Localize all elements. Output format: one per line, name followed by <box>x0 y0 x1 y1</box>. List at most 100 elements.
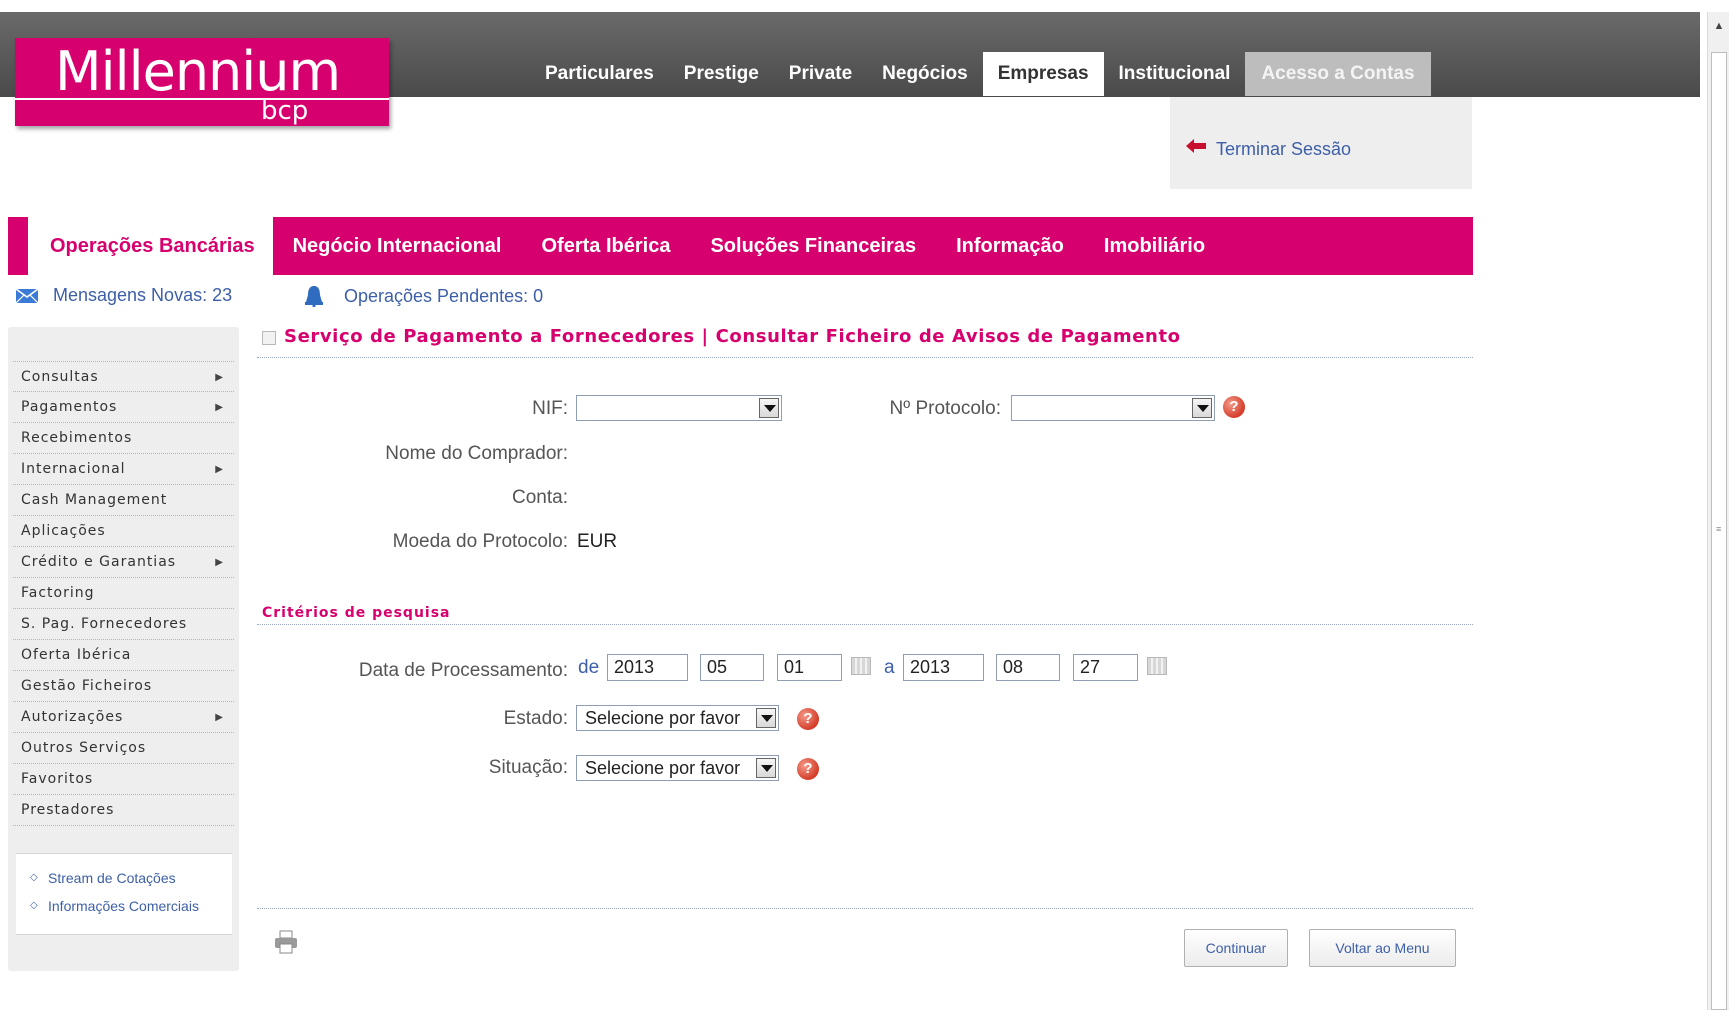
protocolo-select[interactable] <box>1011 395 1215 421</box>
nav-prestige[interactable]: Prestige <box>669 52 774 96</box>
situacao-select[interactable]: Selecione por favor <box>576 755 779 781</box>
sidebar-item[interactable]: Cash Management <box>13 485 234 516</box>
estado-select[interactable]: Selecione por favor <box>576 705 779 731</box>
calendar-icon[interactable] <box>1147 657 1167 675</box>
title-divider <box>257 357 1473 358</box>
criterios-title: Critérios de pesquisa <box>262 605 451 621</box>
de-label: de <box>578 657 600 678</box>
estado-label: Estado: <box>503 708 568 729</box>
calendar-icon[interactable] <box>851 657 871 675</box>
page-title: Serviço de Pagamento a Fornecedores | Co… <box>284 326 1181 347</box>
nav-particulares[interactable]: Particulares <box>530 52 669 96</box>
sidebar-item[interactable]: Prestadores <box>13 795 234 826</box>
situacao-value: Selecione por favor <box>585 758 741 778</box>
printer-icon[interactable] <box>273 929 299 955</box>
from-year-input[interactable]: 2013 <box>607 654 688 681</box>
sidebar-item[interactable]: Pagamentos ▶ <box>13 392 234 423</box>
envelope-icon <box>16 288 38 303</box>
logo-subtext: bcp <box>261 96 309 126</box>
sidebar-item-label: Oferta Ibérica <box>21 647 132 663</box>
sidebar-item[interactable]: Factoring <box>13 578 234 609</box>
sidebar-item-label: Cash Management <box>21 492 168 508</box>
grip-icon: ≡ <box>1716 524 1722 534</box>
situacao-label: Situação: <box>488 757 568 778</box>
scroll-thumb[interactable]: ≡ <box>1711 52 1727 1010</box>
millennium-logo[interactable]: Millennium bcp <box>15 38 389 126</box>
scroll-up-icon[interactable]: ▲ <box>1708 20 1729 38</box>
pending-operations[interactable]: Operações Pendentes: 0 <box>304 285 543 307</box>
sidebar-item[interactable]: Oferta Ibérica <box>13 640 234 671</box>
new-messages-link[interactable]: Mensagens Novas: 23 <box>16 285 232 306</box>
sidebar-links: ◇ Stream de Cotações ◇ Informações Comerci… <box>16 853 232 935</box>
chevron-down-icon <box>756 708 776 728</box>
chevron-right-icon: ▶ <box>215 402 224 413</box>
protocolo-label: Nº Protocolo: <box>889 398 1002 419</box>
vertical-scrollbar[interactable]: ▲ ≡ <box>1707 12 1729 1010</box>
sidebar-item[interactable]: Gestão Ficheiros <box>13 671 234 702</box>
nome-comprador-label: Nome do Comprador: <box>385 443 568 464</box>
tab-negocio-internacional[interactable]: Negócio Internacional <box>273 217 522 275</box>
conta-label: Conta: <box>512 487 568 508</box>
sidebar-item[interactable]: Outros Serviços <box>13 733 234 764</box>
sidebar-item-label: S. Pag. Fornecedores <box>21 616 188 632</box>
nav-negocios[interactable]: Negócios <box>867 52 983 96</box>
voltar-menu-button[interactable]: Voltar ao Menu <box>1309 929 1456 967</box>
tab-operacoes-bancarias[interactable]: Operações Bancárias <box>28 211 273 275</box>
terminar-sessao-link[interactable]: Terminar Sessão <box>1216 139 1351 160</box>
sidebar: Consultas ▶ Pagamentos ▶ Recebimentos Interna… <box>8 327 239 971</box>
nif-select[interactable] <box>576 395 782 421</box>
diamond-icon: ◇ <box>30 900 38 911</box>
sidebar-item[interactable]: Autorizações ▶ <box>13 702 234 733</box>
nav-institucional[interactable]: Institucional <box>1104 52 1246 96</box>
informacoes-comerciais-link[interactable]: ◇ Informações Comerciais <box>30 894 232 922</box>
sidebar-item[interactable]: S. Pag. Fornecedores <box>13 609 234 640</box>
page: Millennium bcp Particulares Prestige Pri… <box>0 0 1729 1010</box>
tab-imobiliario[interactable]: Imobiliário <box>1084 217 1225 275</box>
segment-nav: Particulares Prestige Private Negócios E… <box>530 52 1431 96</box>
pending-label: Operações Pendentes: <box>344 285 529 306</box>
pending-count: 0 <box>533 285 544 306</box>
sidebar-item[interactable]: Favoritos <box>13 764 234 795</box>
chevron-right-icon: ▶ <box>215 712 224 723</box>
sidebar-item[interactable]: Aplicações <box>13 516 234 547</box>
to-year-input[interactable]: 2013 <box>903 654 984 681</box>
nav-acesso-contas[interactable]: Acesso a Contas <box>1245 52 1431 96</box>
to-day-input[interactable]: 27 <box>1073 654 1138 681</box>
main-nav: Operações Bancárias Negócio Internaciona… <box>8 211 1473 275</box>
tab-oferta-iberica[interactable]: Oferta Ibérica <box>522 217 691 275</box>
to-month-input[interactable]: 08 <box>996 654 1060 681</box>
from-month-input[interactable]: 05 <box>700 654 764 681</box>
help-icon[interactable]: ? <box>1223 396 1245 418</box>
moeda-label: Moeda do Protocolo: <box>392 531 568 552</box>
sidebar-item-label: Aplicações <box>21 523 106 539</box>
chevron-right-icon: ▶ <box>215 464 224 475</box>
estado-value: Selecione por favor <box>585 708 741 728</box>
sidebar-item-label: Consultas <box>21 369 99 385</box>
nav-private[interactable]: Private <box>774 52 867 96</box>
sidebar-item[interactable]: Crédito e Garantias ▶ <box>13 547 234 578</box>
sidebar-menu: Consultas ▶ Pagamentos ▶ Recebimentos Interna… <box>13 361 234 826</box>
help-icon[interactable]: ? <box>797 708 819 730</box>
messages-label: Mensagens Novas: <box>53 285 208 305</box>
sidebar-item[interactable]: Recebimentos <box>13 423 234 454</box>
tab-informacao[interactable]: Informação <box>936 217 1084 275</box>
sidebar-item-label: Favoritos <box>21 771 94 787</box>
a-label: a <box>884 657 895 678</box>
sidebar-item-label: Internacional <box>21 461 126 477</box>
data-processamento-label: Data de Processamento: <box>358 660 568 681</box>
tab-solucoes-financeiras[interactable]: Soluções Financeiras <box>690 217 936 275</box>
sidebar-item[interactable]: Consultas ▶ <box>13 361 234 392</box>
sidebar-item-label: Gestão Ficheiros <box>21 678 153 694</box>
chevron-down-icon <box>1192 398 1212 418</box>
nav-empresas[interactable]: Empresas <box>982 52 1104 96</box>
chevron-right-icon: ▶ <box>215 372 224 383</box>
stream-cotacoes-link[interactable]: ◇ Stream de Cotações <box>30 866 232 894</box>
from-day-input[interactable]: 01 <box>777 654 842 681</box>
sidebar-item[interactable]: Internacional ▶ <box>13 454 234 485</box>
sidebar-item-label: Crédito e Garantias <box>21 554 177 570</box>
help-icon[interactable]: ? <box>797 758 819 780</box>
sidebar-item-label: Prestadores <box>21 802 115 818</box>
continuar-button[interactable]: Continuar <box>1184 929 1288 967</box>
messages-count: 23 <box>212 285 233 305</box>
nif-label: NIF: <box>532 398 568 419</box>
